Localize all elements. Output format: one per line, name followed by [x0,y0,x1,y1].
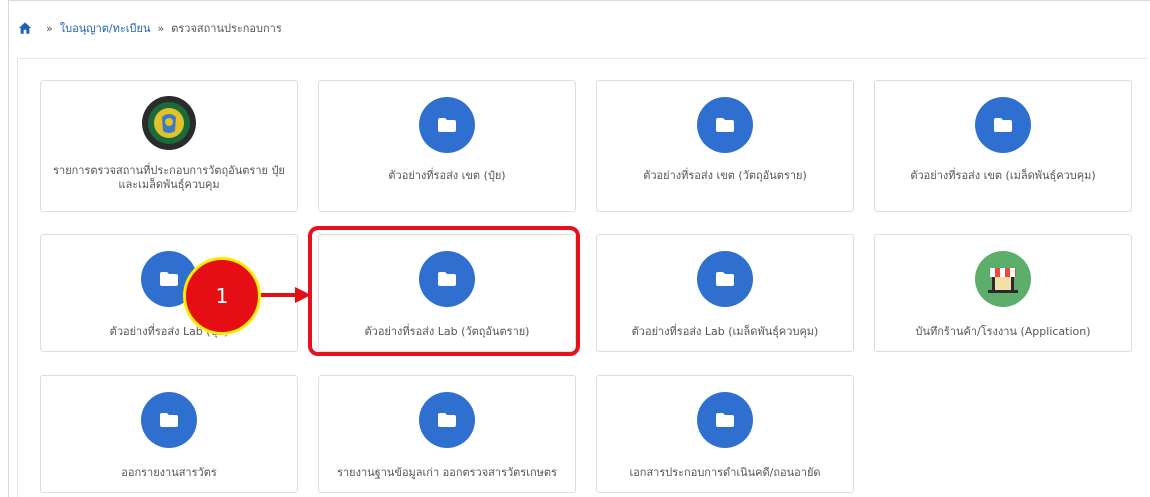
tile-label: ตัวอย่างที่รอส่ง เขต (ปุ๋ย) [388,169,506,182]
department-emblem-icon [142,96,196,150]
tile-prosecution-docs[interactable]: เอกสารประกอบการดำเนินคดี/ถอนอายัด [596,375,854,493]
tile-inspection-list[interactable]: รายการตรวจสถานที่ประกอบการวัตถุอันตราย ป… [40,80,298,212]
tile-label: เอกสารประกอบการดำเนินคดี/ถอนอายัด [629,466,821,479]
tile-inspector-report[interactable]: ออกรายงานสารวัตร [40,375,298,493]
tile-legacy-report[interactable]: รายงานฐานข้อมูลเก่า ออกตรวจสารวัตรเกษตร [318,375,576,493]
highlight-box [308,226,580,356]
breadcrumb-link-license[interactable]: ใบอนุญาต/ทะเบียน [60,19,151,37]
breadcrumb: » ใบอนุญาต/ทะเบียน » ตรวจสถานประกอบการ [18,18,282,38]
tile-label: ออกรายงานสารวัตร [121,466,217,479]
breadcrumb-current: ตรวจสถานประกอบการ [171,22,282,35]
home-icon[interactable] [18,21,32,35]
shop-icon [975,251,1031,307]
tile-zone-fertilizer[interactable]: ตัวอย่างที่รอส่ง เขต (ปุ๋ย) [318,80,576,212]
tile-label: รายงานฐานข้อมูลเก่า ออกตรวจสารวัตรเกษตร [337,466,557,479]
tile-lab-seed[interactable]: ตัวอย่างที่รอส่ง Lab (เมล็ดพันธุ์ควบคุม) [596,234,854,352]
step-number-badge: 1 [183,257,261,335]
tile-label: ตัวอย่างที่รอส่ง เขต (วัตถุอันตราย) [643,169,807,182]
tile-label: ตัวอย่างที่รอส่ง Lab (เมล็ดพันธุ์ควบคุม) [631,325,819,338]
tile-label: รายการตรวจสถานที่ประกอบการวัตถุอันตราย ป… [53,164,285,191]
folder-icon [141,392,197,448]
tile-zone-seed[interactable]: ตัวอย่างที่รอส่ง เขต (เมล็ดพันธุ์ควบคุม) [874,80,1132,212]
breadcrumb-separator: » [46,21,53,35]
tile-label: ตัวอย่างที่รอส่ง เขต (เมล็ดพันธุ์ควบคุม) [910,169,1096,182]
folder-icon [697,392,753,448]
folder-icon [419,392,475,448]
folder-icon [419,97,475,153]
tile-zone-hazardous[interactable]: ตัวอย่างที่รอส่ง เขต (วัตถุอันตราย) [596,80,854,212]
tile-label: บันทึกร้านค้า/โรงงาน (Application) [915,325,1091,338]
arrow-icon [261,287,311,303]
folder-icon [697,97,753,153]
folder-icon [975,97,1031,153]
folder-icon [697,251,753,307]
tile-shop-application[interactable]: บันทึกร้านค้า/โรงงาน (Application) [874,234,1132,352]
breadcrumb-separator: » [157,21,165,35]
